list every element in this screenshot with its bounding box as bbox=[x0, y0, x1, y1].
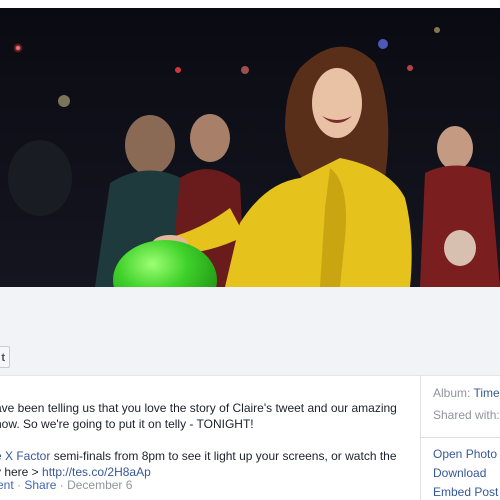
post-caption: ave been telling us that you love the st… bbox=[0, 400, 405, 480]
open-photo-viewer-link[interactable]: Open Photo V bbox=[433, 447, 500, 461]
x-factor-link[interactable]: e X Factor bbox=[0, 449, 50, 463]
photo-sidebar: Album: Time Shared with: Open Photo V Do… bbox=[420, 375, 500, 500]
album-label: Album: bbox=[433, 386, 474, 400]
share-link[interactable]: Share bbox=[24, 478, 56, 492]
shared-with-label: Shared with: bbox=[433, 408, 500, 422]
caption-line: now. So we're going to put it on telly -… bbox=[0, 417, 254, 431]
caption-text: semi-finals from 8pm to see it light up … bbox=[50, 449, 397, 463]
separator: · bbox=[13, 478, 25, 492]
caption-text: v here > bbox=[0, 465, 39, 479]
embed-post-link[interactable]: Embed Post bbox=[433, 485, 498, 499]
sidebar-divider bbox=[421, 437, 500, 438]
tag-photo-button[interactable]: t bbox=[0, 346, 10, 368]
post-photo[interactable] bbox=[0, 8, 500, 287]
photo-viewer: t ave been telling us that you love the … bbox=[0, 0, 500, 500]
photo-image bbox=[0, 8, 500, 287]
photo-footer-band bbox=[0, 287, 500, 376]
top-bar bbox=[0, 0, 500, 8]
post-actions: ent · Share · December 6 bbox=[0, 478, 132, 492]
short-url-link[interactable]: http://tes.co/2H8aAp bbox=[42, 465, 151, 479]
album-info: Album: Time bbox=[433, 386, 500, 400]
download-link[interactable]: Download bbox=[433, 466, 486, 480]
separator: · bbox=[56, 478, 68, 492]
caption-line: ave been telling us that you love the st… bbox=[0, 401, 397, 415]
album-link[interactable]: Time bbox=[473, 386, 499, 400]
post-date: December 6 bbox=[67, 478, 133, 492]
caption-line: e X Factor semi-finals from 8pm to see i… bbox=[0, 448, 400, 464]
comment-link[interactable]: ent bbox=[0, 478, 14, 492]
